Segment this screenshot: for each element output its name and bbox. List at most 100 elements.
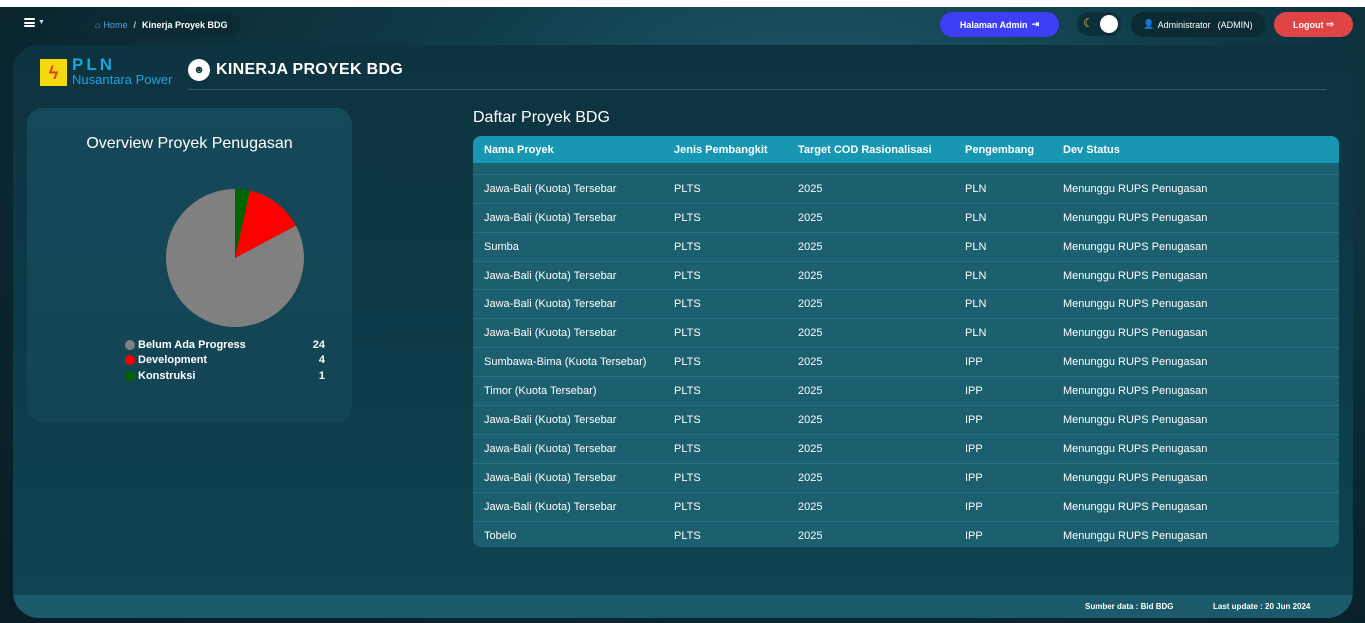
table-cell: Jawa-Bali (Kuota) Tersebar <box>484 211 617 224</box>
table-cell: Menunggu RUPS Penugasan <box>1063 211 1208 224</box>
table-cell: PLTS <box>674 385 701 398</box>
column-header[interactable]: Nama Proyek <box>473 144 674 156</box>
table-row[interactable]: Jawa-Bali (Kuota) Tersebar PLTS 2025 PLN Men… <box>473 204 1339 233</box>
footer-update: Last update : 20 Jun 2024 <box>1213 602 1310 611</box>
table-cell: IPP <box>965 356 983 369</box>
admin-page-button[interactable]: Halaman Admin ⇥ <box>940 12 1059 37</box>
footer: Sumber data : Bid BDG Last update : 20 J… <box>13 595 1353 618</box>
table-cell: PLN <box>965 269 987 282</box>
dark-mode-toggle[interactable]: ☾ <box>1077 12 1121 36</box>
update-label: Last update : <box>1213 602 1263 611</box>
table-cell: Jawa-Bali (Kuota) Tersebar <box>484 298 617 311</box>
column-header[interactable]: Pengembang <box>965 144 1063 156</box>
breadcrumb: ⌂ Home / Kinerja Proyek BDG <box>82 14 241 36</box>
legend-item[interactable]: Konstruksi 1 <box>125 368 325 384</box>
team-icon: ☻ <box>188 59 210 81</box>
column-header[interactable]: Target COD Rasionalisasi <box>798 144 965 156</box>
table-cell: Menunggu RUPS Penugasan <box>1063 442 1208 455</box>
table-row[interactable]: Jawa-Bali (Kuota) Tersebar PLTS 2025 PLN Men… <box>473 290 1339 320</box>
logo-text: PLN <box>72 55 115 74</box>
table-cell: Menunggu RUPS Penugasan <box>1063 413 1208 426</box>
table-cell: PLTS <box>674 442 701 455</box>
table-row[interactable]: Tobelo PLTS 2025 IPP Menunggu RUPS Penugasan <box>473 522 1339 547</box>
user-icon: 👤 <box>1143 19 1155 29</box>
table-cell: Sumbawa-Bima (Kuota Tersebar) <box>484 356 647 369</box>
breadcrumb-separator: / <box>133 20 136 30</box>
sign-in-icon: ⇥ <box>1031 19 1040 29</box>
table-title: Daftar Proyek BDG <box>473 109 610 126</box>
table-cell: 2025 <box>798 298 823 311</box>
table-row[interactable]: Jawa-Bali (Kuota) Tersebar PLTS 2025 IPP Men… <box>473 464 1339 493</box>
table-row[interactable]: Jawa-Bali (Kuota) Tersebar PLTS 2025 PLN Men… <box>473 262 1339 291</box>
table-cell: Menunggu RUPS Penugasan <box>1063 327 1208 340</box>
logout-label: Logout <box>1292 19 1324 30</box>
user-badge[interactable]: 👤 Administrator (ADMIN) <box>1131 12 1265 37</box>
table-row[interactable]: Jawa-Bali (Kuota) Tersebar PLTS 2025 IPP Men… <box>473 435 1339 464</box>
table-cell: Jawa-Bali (Kuota) Tersebar <box>484 471 617 484</box>
table-cell: PLTS <box>674 240 701 253</box>
pie-chart <box>166 189 304 327</box>
table-cell: 2025 <box>798 269 823 282</box>
table-cell: Menunggu RUPS Penugasan <box>1063 356 1208 369</box>
table-cell: PLN <box>965 211 987 224</box>
table-cell: 2025 <box>798 442 823 455</box>
table-row[interactable]: Timor (Kuota Tersebar) PLTS 2025 IPP Menungg… <box>473 377 1339 407</box>
legend-item[interactable]: Development 4 <box>125 353 325 369</box>
table-cell: PLTS <box>674 471 701 484</box>
table-cell: PLN <box>965 240 987 253</box>
legend-label: Development <box>138 354 208 367</box>
table-cell: Jawa-Bali (Kuota) Tersebar <box>484 442 617 455</box>
logout-button[interactable]: Logout ⇨ <box>1274 12 1353 37</box>
home-icon: ⌂ <box>95 20 101 30</box>
legend-dot <box>125 370 135 381</box>
column-header[interactable]: Jenis Pembangkit <box>674 144 798 156</box>
table-cell: 2025 <box>798 211 823 224</box>
legend-dot <box>125 355 135 366</box>
table-cell: 2025 <box>798 327 823 340</box>
table-cell: IPP <box>965 471 983 484</box>
table-row[interactable]: Jawa-Bali (Kuota) Tersebar PLTS 2025 PLN Men… <box>473 319 1339 349</box>
legend-item[interactable]: Belum Ada Progress 24 <box>125 337 325 353</box>
table-cell: Menunggu RUPS Penugasan <box>1063 269 1208 282</box>
table-cell: IPP <box>965 385 983 398</box>
user-name: Administrator <box>1157 19 1211 30</box>
footer-source: Sumber data : Bid BDG <box>1085 602 1173 611</box>
hamburger-icon <box>24 18 35 27</box>
table-row[interactable]: Sumbawa-Bima (Kuota Tersebar) PLTS 2025 IPP… <box>473 348 1339 378</box>
table-row[interactable]: Jawa-Bali (Kuota) Tersebar PLTS 2025 IPP Men… <box>473 406 1339 435</box>
table-cell: Menunggu RUPS Penugasan <box>1063 298 1208 311</box>
project-table[interactable]: Nama Proyek Jenis Pembangkit Target COD … <box>473 136 1339 547</box>
table-row[interactable]: Jawa-Bali (Kuota) Tersebar PLTS 2025 PLN Men… <box>473 175 1339 204</box>
legend-label: Konstruksi <box>138 369 196 382</box>
table-cell: 2025 <box>798 240 823 253</box>
table-cell: IPP <box>965 413 983 426</box>
menu-toggle-button[interactable]: ▼ <box>24 18 45 27</box>
table-cell: Jawa-Bali (Kuota) Tersebar <box>484 182 617 195</box>
logo-subtext: Nusantara Power <box>72 72 173 87</box>
source-value: Bid BDG <box>1140 602 1174 611</box>
legend-value: 24 <box>312 338 325 351</box>
table-row[interactable]: Jawa-Bali (Kuota) Tersebar PLTS 2025 IPP Men… <box>473 493 1339 522</box>
table-cell: 2025 <box>798 413 823 426</box>
table-cell: 2025 <box>798 385 823 398</box>
breadcrumb-home-link[interactable]: ⌂ Home <box>95 20 127 30</box>
header-divider <box>188 89 1326 90</box>
user-role: (ADMIN) <box>1217 19 1253 30</box>
table-cell: PLTS <box>674 211 701 224</box>
table-cell: Menunggu RUPS Penugasan <box>1063 182 1208 195</box>
legend-value: 1 <box>318 369 325 382</box>
table-cell: PLTS <box>674 500 701 513</box>
table-cell: Jawa-Bali (Kuota) Tersebar <box>484 269 617 282</box>
table-cell: 2025 <box>798 471 823 484</box>
table-cell: IPP <box>965 500 983 513</box>
table-cell: Jawa-Bali (Kuota) Tersebar <box>484 413 617 426</box>
legend-label: Belum Ada Progress <box>138 338 246 351</box>
column-header[interactable]: Dev Status <box>1063 144 1333 156</box>
top-bar: ▼ ⌂ Home / Kinerja Proyek BDG Halaman Ad… <box>0 7 1365 43</box>
page-title: KINERJA PROYEK BDG <box>216 61 404 78</box>
table-row[interactable]: Sumba PLTS 2025 PLN Menunggu RUPS Penugasan <box>473 233 1339 262</box>
table-cell: 2025 <box>798 529 823 542</box>
table-cell: PLN <box>965 298 987 311</box>
breadcrumb-home-label: Home <box>103 20 128 30</box>
table-cell: IPP <box>965 442 983 455</box>
